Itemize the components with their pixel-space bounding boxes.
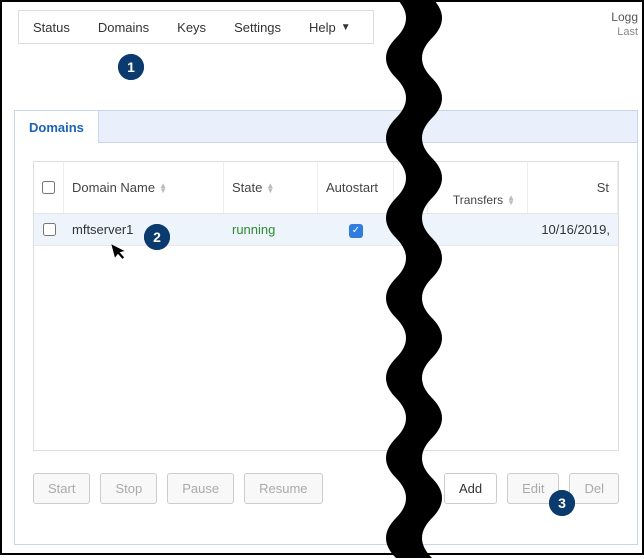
- header-transfers-label: Transfers: [453, 193, 503, 207]
- sort-icon: ▲▼: [159, 183, 167, 193]
- autostart-checked-icon: ✓: [349, 224, 363, 238]
- top-nav: Status Domains Keys Settings Help ▼: [18, 10, 374, 44]
- callout-2: 2: [144, 224, 170, 250]
- cell-start-text: 10/16/2019,: [541, 222, 610, 237]
- cell-autostart: ✓: [318, 221, 394, 238]
- resume-button[interactable]: Resume: [244, 473, 322, 504]
- caret-down-icon: ▼: [341, 22, 351, 33]
- nav-domains[interactable]: Domains: [84, 11, 163, 43]
- button-row: Start Stop Pause Resume Add Edit Del: [33, 473, 619, 504]
- header-checkbox-cell: [34, 162, 64, 213]
- header-state[interactable]: State ▲▼: [224, 162, 318, 213]
- cell-state: running: [224, 222, 318, 237]
- sort-icon: ▲▼: [266, 183, 274, 193]
- header-autostart[interactable]: Autostart: [318, 162, 394, 213]
- header-spacer: [394, 162, 428, 213]
- tab-bar: Domains: [14, 110, 638, 143]
- header-domain-name[interactable]: Domain Name ▲▼: [64, 162, 224, 213]
- stop-button[interactable]: Stop: [100, 473, 157, 504]
- header-state-label: State: [232, 180, 262, 195]
- nav-settings[interactable]: Settings: [220, 11, 295, 43]
- nav-settings-label: Settings: [234, 20, 281, 35]
- tab-domains-label: Domains: [29, 120, 84, 135]
- nav-keys-label: Keys: [177, 20, 206, 35]
- login-line1: Logg: [611, 10, 638, 24]
- login-info: Logg Last: [611, 10, 638, 38]
- cell-state-text: running: [232, 222, 275, 237]
- header-start-label: St: [597, 180, 609, 195]
- row-checkbox[interactable]: [43, 223, 56, 236]
- domains-table: Domain Name ▲▼ State ▲▼ Autostart Transf…: [33, 161, 619, 451]
- nav-status-label: Status: [33, 20, 70, 35]
- row-checkbox-cell: [34, 223, 64, 236]
- nav-status[interactable]: Status: [19, 11, 84, 43]
- cell-domain-name-text: mftserver1: [72, 222, 133, 237]
- nav-keys[interactable]: Keys: [163, 11, 220, 43]
- header-start[interactable]: St: [528, 162, 618, 213]
- start-button[interactable]: Start: [33, 473, 90, 504]
- header-autostart-label: Autostart: [326, 180, 378, 195]
- sort-icon: ▲▼: [507, 195, 515, 205]
- nav-help-label: Help: [309, 20, 336, 35]
- delete-button[interactable]: Del: [569, 473, 619, 504]
- tab-domains[interactable]: Domains: [14, 110, 99, 144]
- cell-start: 10/16/2019,: [528, 222, 618, 237]
- nav-help[interactable]: Help ▼: [295, 11, 365, 43]
- add-button[interactable]: Add: [444, 473, 497, 504]
- header-domain-name-label: Domain Name: [72, 180, 155, 195]
- callout-3: 3: [549, 490, 575, 516]
- login-line2: Last: [611, 26, 638, 38]
- pause-button[interactable]: Pause: [167, 473, 234, 504]
- content-panel: Domain Name ▲▼ State ▲▼ Autostart Transf…: [14, 143, 638, 545]
- table-header: Domain Name ▲▼ State ▲▼ Autostart Transf…: [34, 162, 618, 214]
- header-transfers[interactable]: Transfers ▲▼: [428, 162, 528, 213]
- select-all-checkbox[interactable]: [42, 181, 55, 194]
- nav-domains-label: Domains: [98, 20, 149, 35]
- callout-1: 1: [118, 54, 144, 80]
